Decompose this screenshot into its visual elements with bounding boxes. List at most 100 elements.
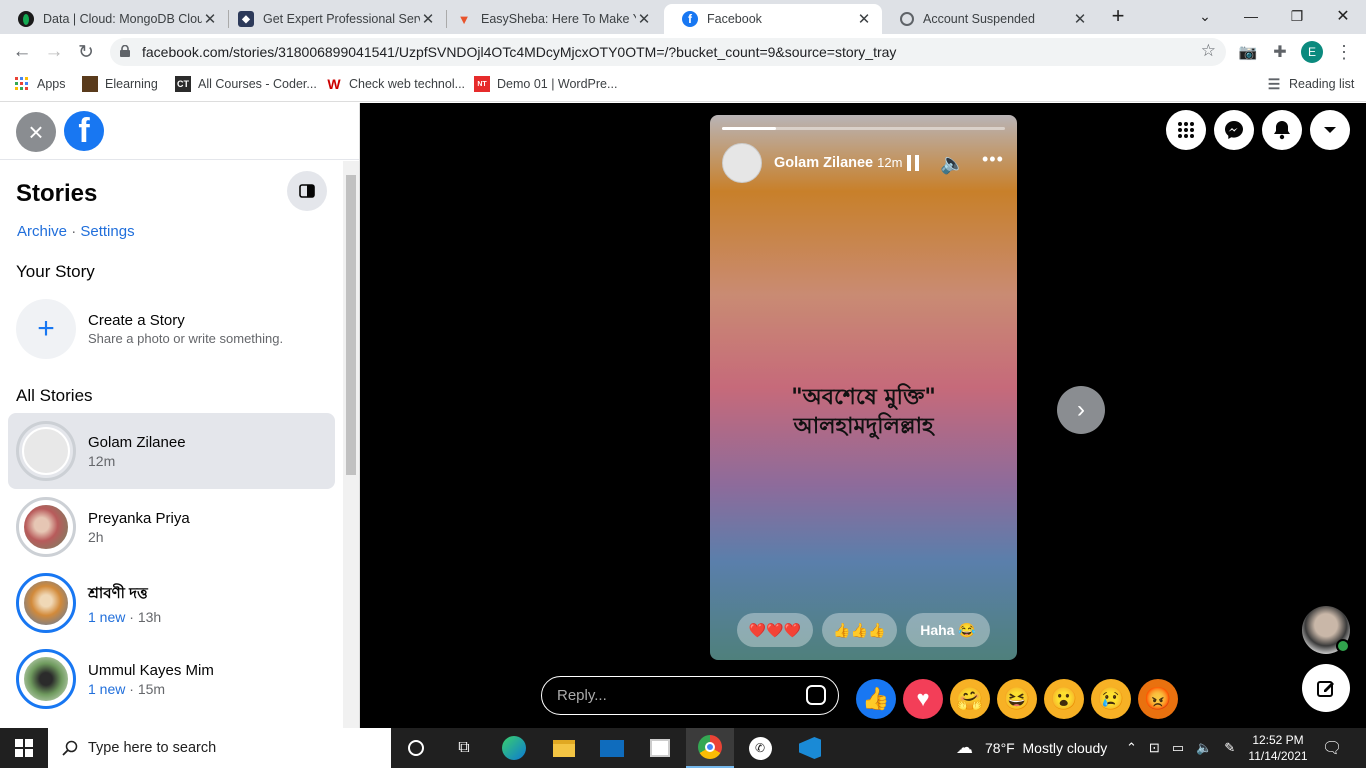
menu-kebab-icon[interactable]: ⋮ — [1330, 38, 1358, 66]
minimize-button[interactable]: — — [1228, 0, 1274, 32]
tab-facebook[interactable]: f Facebook ✕ — [664, 4, 882, 34]
profile-avatar[interactable]: E — [1298, 38, 1326, 66]
system-tray: ⌃ ⊡ ▭ 🔈 ✎ — [1126, 728, 1235, 768]
toggle-panel-button[interactable] — [287, 171, 327, 211]
back-icon[interactable]: ← — [8, 38, 36, 66]
address-bar[interactable]: facebook.com/stories/318006899041541/Uzp… — [110, 38, 1226, 66]
network-icon[interactable]: ▭ — [1172, 740, 1184, 756]
facebook-logo[interactable]: f — [64, 111, 104, 151]
reload-icon[interactable]: ↻ — [72, 38, 100, 66]
pause-icon[interactable] — [907, 155, 921, 171]
new-tab-button[interactable]: + — [1096, 0, 1140, 32]
close-tab-icon[interactable]: ✕ — [202, 10, 218, 28]
bell-shape — [1274, 121, 1290, 140]
task-view-icon[interactable]: ⧉ — [440, 728, 488, 768]
volume-icon[interactable]: 🔈 — [940, 151, 965, 176]
tray-chevron-up-icon[interactable]: ⌃ — [1126, 740, 1137, 756]
bookmark-star-icon[interactable]: ☆ — [1201, 41, 1216, 61]
story-item[interactable]: Ummul Kayes Mim 1 new · 15m — [8, 641, 335, 717]
bookmark-web-tech[interactable]: W Check web technol... — [326, 76, 465, 92]
clock-date: 11/14/2021 — [1248, 749, 1308, 763]
extensions-puzzle-icon[interactable]: ✚ — [1266, 38, 1294, 66]
tab-search-chevron-icon[interactable]: ⌄ — [1182, 0, 1228, 32]
close-stories-button[interactable]: × — [16, 112, 56, 152]
taskbar-clock[interactable]: 12:52 PM 11/14/2021 — [1248, 732, 1308, 764]
scrollbar-thumb[interactable] — [346, 175, 356, 475]
create-story-button[interactable]: + Create a Story Share a photo or write … — [16, 299, 283, 359]
cortana-icon[interactable] — [392, 728, 440, 768]
notifications-bell-icon[interactable] — [1262, 110, 1302, 150]
pen-icon[interactable]: ✎ — [1224, 740, 1235, 756]
elearning-icon — [82, 76, 98, 92]
edge-icon[interactable] — [490, 728, 538, 768]
bookmark-demo-wordpress[interactable]: NT Demo 01 | WordPre... — [474, 76, 617, 92]
story-card[interactable]: Golam Zilanee 12m 🔈 ••• "অবশেষে মুক্তি" আ… — [710, 115, 1017, 660]
story-author: Preyanka Priya — [88, 509, 190, 527]
new-message-compose-icon[interactable] — [1302, 664, 1350, 712]
quick-reply-hearts[interactable]: ❤️❤️❤️ — [737, 613, 813, 647]
author-name[interactable]: Golam Zilanee — [774, 155, 873, 171]
author-avatar[interactable] — [722, 143, 762, 183]
create-story-subtitle: Share a photo or write something. — [88, 331, 284, 346]
bookmark-label: All Courses - Coder... — [198, 77, 317, 91]
sticker-icon[interactable] — [806, 685, 826, 705]
care-reaction-icon[interactable]: 🤗 — [950, 679, 990, 719]
weather-widget[interactable]: ☁ 78°F Mostly cloudy — [956, 728, 1107, 768]
plus-icon: + — [16, 299, 76, 359]
reading-list-button[interactable]: ☰ Reading list — [1266, 76, 1355, 92]
love-reaction-icon[interactable]: ♥ — [903, 679, 943, 719]
reply-input[interactable]: Reply... — [541, 676, 839, 715]
close-tab-icon[interactable]: ✕ — [1072, 10, 1088, 28]
settings-link[interactable]: Settings — [80, 223, 134, 240]
quick-reply-thumbs[interactable]: 👍👍👍 — [822, 613, 897, 647]
file-explorer-icon[interactable] — [540, 728, 588, 768]
story-item[interactable]: Preyanka Priya 2h — [8, 489, 335, 565]
wow-reaction-icon[interactable]: 😮 — [1044, 679, 1084, 719]
story-author: Ummul Kayes Mim — [88, 661, 214, 679]
whatsapp-icon[interactable]: ✆ — [736, 728, 784, 768]
more-options-icon[interactable]: ••• — [982, 149, 1004, 170]
messenger-icon[interactable] — [1214, 110, 1254, 150]
clock-time: 12:52 PM — [1252, 733, 1304, 747]
like-reaction-icon[interactable]: 👍 — [856, 679, 896, 719]
forward-icon[interactable]: → — [40, 38, 68, 66]
camera-icon[interactable]: 📷 — [1234, 38, 1262, 66]
archive-link[interactable]: Archive — [17, 223, 67, 240]
quick-reply-haha[interactable]: Haha 😂 — [906, 613, 990, 647]
account-chevron-down-icon[interactable] — [1310, 110, 1350, 150]
grid-dots — [1178, 122, 1194, 138]
close-tab-icon[interactable]: ✕ — [636, 10, 652, 28]
chrome-icon[interactable] — [686, 728, 734, 768]
sad-reaction-icon[interactable]: 😢 — [1091, 679, 1131, 719]
bookmark-label: Elearning — [105, 77, 158, 91]
browser-tab-bar: Data | Cloud: MongoDB Clou ✕ ◆ Get Exper… — [0, 0, 1366, 34]
restore-button[interactable]: ❐ — [1274, 0, 1320, 32]
angry-reaction-icon[interactable]: 😡 — [1138, 679, 1178, 719]
avatar — [22, 427, 70, 475]
bookmark-apps[interactable]: Apps — [14, 76, 66, 92]
bookmark-all-courses[interactable]: CT All Courses - Coder... — [175, 76, 317, 92]
speaker-icon[interactable]: 🔈 — [1196, 740, 1212, 756]
vscode-icon[interactable] — [786, 728, 834, 768]
meet-now-icon[interactable]: ⊡ — [1149, 740, 1160, 756]
tab-account-suspended[interactable]: Account Suspended ✕ — [882, 4, 1098, 34]
story-item[interactable]: Golam Zilanee 12m — [8, 413, 335, 489]
story-text-line-2: আলহামদুলিল্লাহ — [793, 413, 934, 439]
close-tab-icon[interactable]: ✕ — [856, 10, 872, 28]
window-close-button[interactable]: ✕ — [1320, 0, 1366, 32]
store-icon[interactable] — [636, 728, 684, 768]
story-item[interactable]: শ্রাবণী দত্ত 1 new · 13h — [8, 565, 335, 641]
windows-start-icon[interactable] — [0, 728, 48, 768]
compose-pencil — [1317, 681, 1334, 697]
tab-easysheba[interactable]: ▼ EasySheba: Here To Make You ✕ — [438, 4, 662, 34]
notification-center-icon[interactable]: 🗨 — [1322, 728, 1342, 768]
bookmark-elearning[interactable]: Elearning — [82, 76, 158, 92]
next-story-chevron-icon[interactable]: › — [1057, 386, 1105, 434]
tab-expert-services[interactable]: ◆ Get Expert Professional Servi ✕ — [220, 4, 446, 34]
taskbar-search-box[interactable]: Type here to search — [48, 728, 391, 768]
mail-icon[interactable] — [588, 728, 636, 768]
tab-mongodb[interactable]: Data | Cloud: MongoDB Clou ✕ — [0, 4, 228, 34]
haha-reaction-icon[interactable]: 😆 — [997, 679, 1037, 719]
close-tab-icon[interactable]: ✕ — [420, 10, 436, 28]
menu-grid-icon[interactable] — [1166, 110, 1206, 150]
